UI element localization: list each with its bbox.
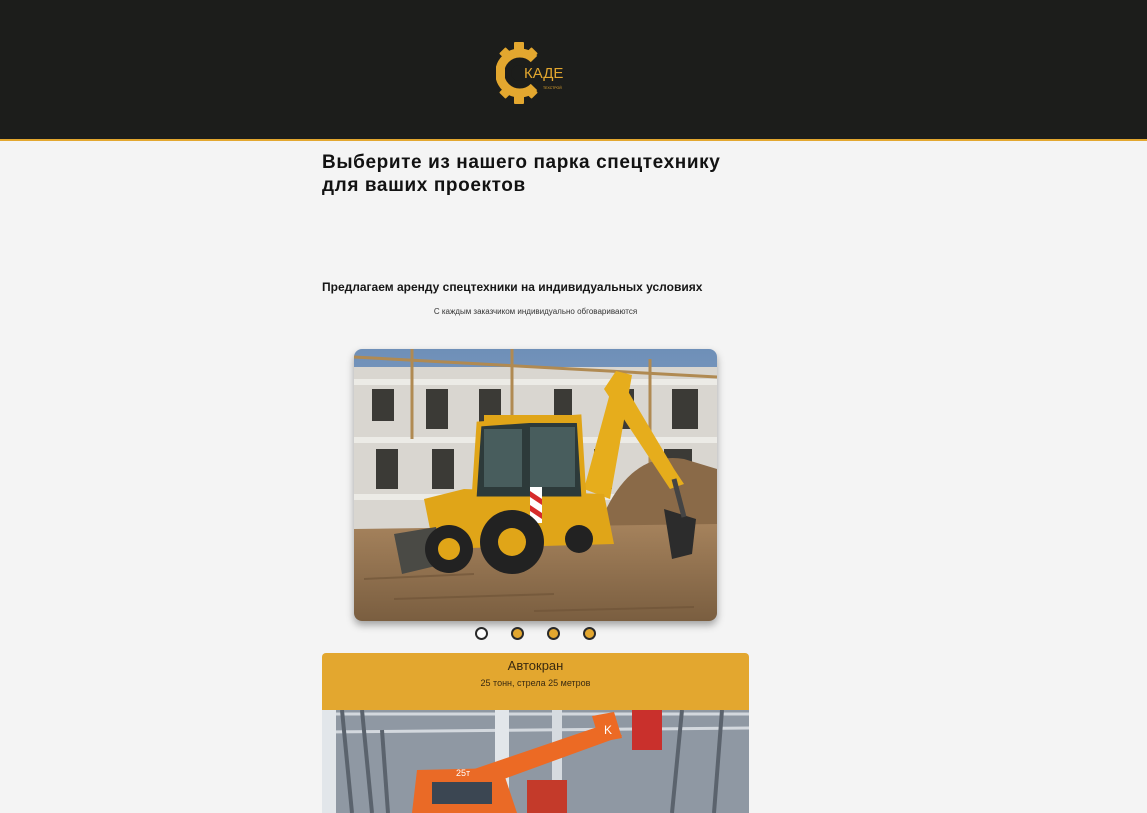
gear-logo-icon: КАДЕ ТЕХСТРОЙ	[495, 42, 563, 104]
logo-subtext: ТЕХСТРОЙ	[543, 86, 562, 90]
truck-crane-image: K 25т	[322, 710, 749, 813]
slider-dot-3[interactable]	[547, 627, 560, 640]
svg-text:K: K	[604, 723, 612, 737]
page-title-line2: для ваших проектов	[322, 175, 526, 196]
offer-subtitle: С каждым заказчиком индивидуально обгова…	[433, 307, 638, 316]
slider-dot-1[interactable]	[475, 627, 488, 640]
equipment-slider[interactable]	[354, 349, 717, 621]
page-title-line1: Выберите из нашего парка спецтехнику	[322, 152, 721, 173]
page-title: Выберите из нашего парка спецтехнику для…	[322, 151, 762, 197]
logo-text: КАДЕ	[524, 65, 563, 82]
equipment-card[interactable]: Автокран 25 тонн, стрела 25 метров K 25т	[322, 653, 749, 813]
offer-title: Предлагаем аренду спецтехники на индивид…	[322, 280, 703, 294]
slider-dots	[322, 627, 749, 641]
logo[interactable]: КАДЕ ТЕХСТРОЙ	[495, 42, 576, 104]
slider-dot-4[interactable]	[583, 627, 596, 640]
crane-marking: 25т	[456, 768, 470, 778]
backhoe-loader-image	[354, 349, 717, 621]
card-header: Автокран 25 тонн, стрела 25 метров	[322, 653, 749, 710]
card-title: Автокран	[507, 658, 564, 673]
site-header: КАДЕ ТЕХСТРОЙ	[0, 0, 1147, 141]
slider-dot-2[interactable]	[511, 627, 524, 640]
card-description: 25 тонн, стрела 25 метров	[480, 678, 591, 688]
